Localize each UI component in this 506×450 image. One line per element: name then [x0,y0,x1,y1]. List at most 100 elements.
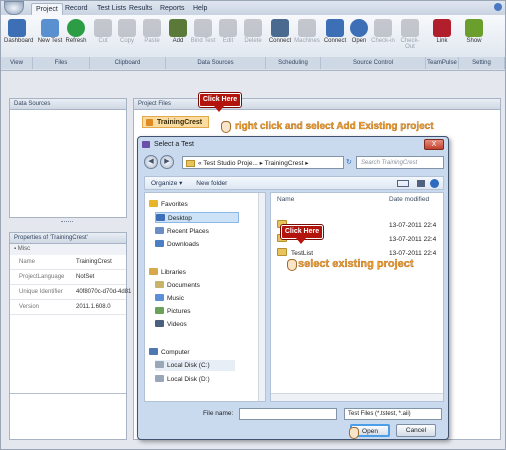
click-here-callout-2: Click Here [281,225,323,244]
nav-disk-d[interactable]: Local Disk (D:) [155,374,210,385]
tab-project[interactable]: Project [31,3,63,15]
tab-record[interactable]: Record [61,3,92,15]
view-options-icon[interactable] [397,180,409,187]
bind-test-icon [194,19,212,37]
refresh-button[interactable]: Refresh [64,17,88,44]
tab-results[interactable]: Results [125,3,156,15]
tab-help[interactable]: Help [189,3,211,15]
preview-pane-icon[interactable] [417,180,425,187]
machines-button[interactable]: Machines [293,17,321,44]
nav-recent-places[interactable]: Recent Places [155,226,209,237]
refresh-arrow-icon[interactable]: ↻ [346,156,355,169]
nav-music[interactable]: Music [155,293,184,304]
nav-favorites[interactable]: Favorites [149,199,188,210]
file-name-input[interactable] [239,408,337,420]
project-root-node[interactable]: TrainingCrest [142,116,210,128]
group-scheduling: Scheduling [266,57,321,69]
nav-videos[interactable]: Videos [155,319,187,330]
new-test-button[interactable]: New Test [36,17,64,44]
column-date-modified[interactable]: Date modified [389,193,429,206]
nav-libraries[interactable]: Libraries [149,267,186,278]
machines-label: Machines [294,38,320,44]
misc-category[interactable]: ▪ Misc [10,244,126,255]
computer-icon [149,348,158,355]
nav-music-label: Music [167,295,184,302]
refresh-icon [67,19,85,37]
nav-pictures[interactable]: Pictures [155,306,190,317]
forward-arrow-icon[interactable]: ▶ [160,155,174,169]
file-name: TestList [291,250,314,257]
organize-menu[interactable]: Organize ▾ [151,180,182,187]
group-setting: Setting [459,57,505,69]
nav-computer[interactable]: Computer [149,347,190,358]
instruction-note-1: right click and select Add Existing proj… [235,121,434,132]
column-name[interactable]: Name [277,193,294,206]
property-row[interactable]: Unique Identifier 40f8070c-d70d-4d81 [10,285,131,300]
help-icon[interactable] [494,3,502,11]
check-in-button[interactable]: Check-in [370,17,396,44]
app-menu-orb[interactable] [4,1,24,15]
horizontal-scrollbar[interactable] [271,393,443,401]
edit-button[interactable]: Edit [217,17,239,44]
music-icon [155,294,164,301]
breadcrumb[interactable]: « Test Studio Proje... ▸ TrainingCrest ▸ [182,156,344,169]
file-type-select[interactable]: Test Files (*.tstest, *.aii) [344,408,442,420]
nav-documents[interactable]: Documents [155,280,200,291]
delete-button[interactable]: Delete [241,17,265,44]
project-icon [146,119,153,126]
nav-desktop[interactable]: Desktop [155,212,239,223]
nav-libraries-label: Libraries [161,269,186,276]
link-button[interactable]: Link [430,17,454,44]
dialog-help-icon[interactable] [430,179,439,188]
group-files: Files [33,57,90,69]
nav-scrollbar[interactable] [258,193,265,401]
navigation-pane: Favorites Desktop Recent Places Download… [144,192,266,402]
dashboard-button[interactable]: Dashboard [4,17,34,44]
check-out-label: Check-Out [400,38,420,50]
dialog-footer: File name: Test Files (*.tstest, *.aii) … [144,406,444,438]
bind-test-button[interactable]: Bind Test [189,17,217,44]
paste-label: Paste [144,38,160,44]
cut-label: Cut [98,38,108,44]
disk-icon [155,361,164,368]
back-arrow-icon[interactable]: ◀ [144,155,158,169]
project-files-title: Project Files [134,99,500,110]
nav-desktop-label: Desktop [168,215,192,222]
copy-button[interactable]: Copy [116,17,138,44]
dialog-close-button[interactable]: X [424,139,444,150]
show-button[interactable]: Show [462,17,486,44]
tab-reports[interactable]: Reports [156,3,189,15]
splitter-grip[interactable] [61,221,73,224]
nav-disk-c[interactable]: Local Disk (C:) [155,360,235,371]
nav-favorites-label: Favorites [161,201,188,208]
property-row[interactable]: ProjectLanguage NotSet [10,270,126,285]
nav-recent-label: Recent Places [167,228,209,235]
project-root-label: TrainingCrest [157,119,203,126]
group-clipboard: Clipboard [90,57,166,69]
cancel-dialog-button[interactable]: Cancel [396,424,436,437]
link-icon [433,19,451,37]
connect-source-button[interactable]: Connect [322,17,348,44]
add-button[interactable]: Add [167,17,189,44]
paste-icon [143,19,161,37]
nav-videos-label: Videos [167,321,187,328]
open-button[interactable]: Open [348,17,370,44]
search-input[interactable]: Search TrainingCrest [356,156,444,169]
app-window: Project Record Test Lists Results Report… [0,0,506,450]
property-value: NotSet [76,274,95,280]
cut-button[interactable]: Cut [92,17,114,44]
paste-button[interactable]: Paste [140,17,164,44]
nav-pictures-label: Pictures [167,308,191,315]
nav-documents-label: Documents [167,282,200,289]
new-folder-button[interactable]: New folder [196,180,227,187]
connect-source-label: Connect [323,38,347,44]
file-name-label: File name: [203,410,234,417]
property-row[interactable]: Version 2011.1.608.0 [10,300,126,315]
nav-downloads[interactable]: Downloads [155,239,199,250]
breadcrumb-path: « Test Studio Proje... ▸ TrainingCrest ▸ [198,160,309,167]
connect-scheduling-button[interactable]: Connect [267,17,293,44]
dashboard-label: Dashboard [4,38,34,44]
group-data-sources: Data Sources [166,57,266,69]
check-out-button[interactable]: Check-Out [396,17,424,50]
property-row[interactable]: Name TrainingCrest [10,255,126,270]
